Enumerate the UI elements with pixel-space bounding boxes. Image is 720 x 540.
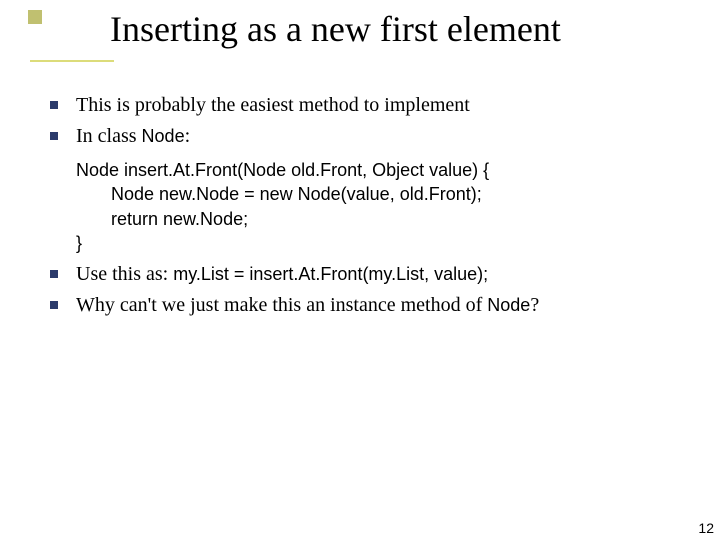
code-line: return new.Node; [76, 209, 248, 229]
bullet-text: : [185, 125, 191, 147]
inline-code: my.List = insert.At.Front(my.List, value… [173, 264, 488, 284]
bullet-text: In class [76, 125, 142, 147]
accent-square-icon [28, 10, 42, 24]
bullet-square-icon [50, 132, 58, 140]
body: This is probably the easiest method to i… [44, 92, 684, 323]
bullet-text: This is probably the easiest method to i… [76, 94, 470, 116]
bullet-text: ? [530, 294, 539, 316]
code-line: Node insert.At.Front(Node old.Front, Obj… [76, 160, 489, 180]
list-item: This is probably the easiest method to i… [44, 92, 684, 119]
bullet-square-icon [50, 101, 58, 109]
title-underline [30, 60, 114, 62]
bullet-square-icon [50, 301, 58, 309]
code-item: Node insert.At.Front(Node old.Front, Obj… [44, 158, 684, 255]
bullet-list: This is probably the easiest method to i… [44, 92, 684, 319]
list-item: Why can't we just make this an instance … [44, 292, 684, 319]
bullet-text: Why can't we just make this an instance … [76, 294, 487, 316]
inline-code: Node [142, 126, 185, 146]
bullet-square-icon [50, 270, 58, 278]
code-line: Node new.Node = new Node(value, old.Fron… [76, 184, 482, 204]
inline-code: Node [487, 295, 530, 315]
bullet-text: Use this as: [76, 263, 173, 285]
title-container: Inserting as a new first element [110, 10, 561, 50]
code-block: Node insert.At.Front(Node old.Front, Obj… [76, 158, 684, 255]
code-line: } [76, 233, 82, 253]
page-number: 12 [698, 520, 714, 536]
list-item: In class Node: [44, 123, 684, 150]
slide: Inserting as a new first element This is… [0, 0, 720, 540]
page-title: Inserting as a new first element [110, 10, 561, 50]
list-item: Use this as: my.List = insert.At.Front(m… [44, 261, 684, 288]
